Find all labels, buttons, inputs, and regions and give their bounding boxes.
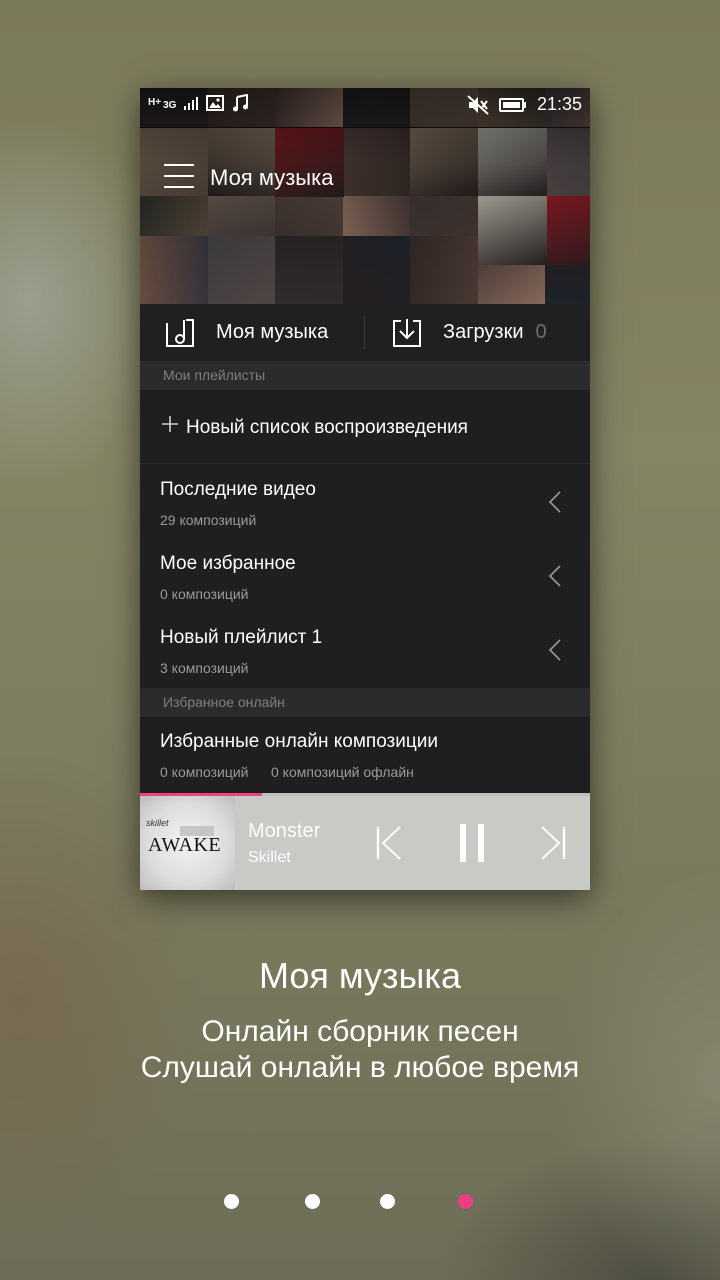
- previous-track-icon[interactable]: [376, 825, 402, 861]
- favorites-online-count: 0 композиций: [160, 764, 249, 780]
- tab-my-music-label: Моя музыка: [216, 321, 329, 343]
- header-banner: H+ 3G 21:35 Моя музыка: [140, 88, 590, 304]
- cover-album-title: AWAKE: [148, 834, 222, 856]
- playlist-count: 0 композиций: [160, 586, 249, 602]
- song-title: Monster: [248, 820, 321, 842]
- next-track-icon[interactable]: [540, 825, 566, 861]
- status-left: H+ 3G: [148, 94, 250, 112]
- playlist-item[interactable]: Мое избранное 0 композиций: [140, 539, 590, 613]
- playlist-name: Последние видео: [160, 479, 316, 500]
- new-playlist-button[interactable]: Новый список воспроизведения: [140, 390, 590, 464]
- gallery-icon: [206, 95, 225, 111]
- app-bar: Моя музыка: [140, 150, 590, 206]
- cover-band-name: skillet: [146, 818, 169, 828]
- page-dot[interactable]: [380, 1194, 395, 1209]
- network-3g-label: 3G: [163, 100, 177, 111]
- section-my-playlists: Мои плейлисты: [140, 361, 590, 390]
- tab-downloads-label: Загрузки: [443, 321, 524, 343]
- tab-bar: Моя музыка Загрузки 0: [140, 304, 590, 361]
- pause-icon[interactable]: [458, 823, 486, 863]
- caption-line-2: Слушай онлайн в любое время: [140, 1051, 580, 1084]
- music-note-icon: [233, 94, 249, 112]
- menu-icon[interactable]: [164, 162, 194, 190]
- status-right: 21:35: [467, 94, 582, 115]
- playlist-count: 3 композиций: [160, 660, 249, 676]
- signal-icon: [184, 96, 199, 110]
- new-playlist-label: Новый список воспроизведения: [186, 417, 468, 438]
- download-icon: [393, 318, 421, 347]
- music-library-icon: [166, 318, 194, 347]
- tab-downloads[interactable]: Загрузки 0: [365, 304, 590, 361]
- status-bar: H+ 3G 21:35: [140, 88, 590, 122]
- battery-icon: [498, 97, 526, 112]
- chevron-left-icon[interactable]: [548, 639, 562, 661]
- artist-name: Skillet: [248, 849, 291, 866]
- page-indicator: [0, 1194, 720, 1210]
- downloads-count: 0: [535, 321, 547, 343]
- caption-title: Моя музыка: [258, 955, 461, 996]
- favorites-offline-count: 0 композиций офлайн: [271, 764, 414, 780]
- tab-my-music[interactable]: Моя музыка: [140, 304, 365, 361]
- mute-icon: [467, 94, 489, 115]
- playlist-item[interactable]: Новый плейлист 1 3 композиций: [140, 613, 590, 687]
- clock: 21:35: [536, 94, 582, 114]
- chevron-left-icon[interactable]: [548, 565, 562, 587]
- page-dot[interactable]: [458, 1194, 473, 1209]
- playlist-name: Новый плейлист 1: [160, 627, 323, 648]
- playlist-count: 29 композиций: [160, 512, 257, 528]
- plus-icon: [162, 416, 178, 432]
- mini-player[interactable]: skillet AWAKE Monster Skillet: [140, 793, 590, 890]
- network-indicator: H+: [148, 97, 162, 108]
- album-cover[interactable]: skillet AWAKE: [140, 796, 235, 890]
- favorites-online-item[interactable]: Избранные онлайн композиции 0 композиций…: [140, 717, 590, 793]
- phone-screenshot: H+ 3G 21:35 Моя музыка Моя музыка Загруз…: [140, 88, 590, 890]
- page-dot[interactable]: [224, 1194, 239, 1209]
- caption-line-1: Онлайн сборник песен: [201, 1015, 519, 1048]
- chevron-left-icon[interactable]: [548, 491, 562, 513]
- playlist-name: Мое избранное: [160, 553, 296, 574]
- playlist-item[interactable]: Последние видео 29 композиций: [140, 465, 590, 539]
- favorites-online-name: Избранные онлайн композиции: [160, 731, 438, 752]
- section-favorites-online: Избранное онлайн: [140, 688, 590, 717]
- page-title: Моя музыка: [210, 165, 334, 190]
- page-dot[interactable]: [305, 1194, 320, 1209]
